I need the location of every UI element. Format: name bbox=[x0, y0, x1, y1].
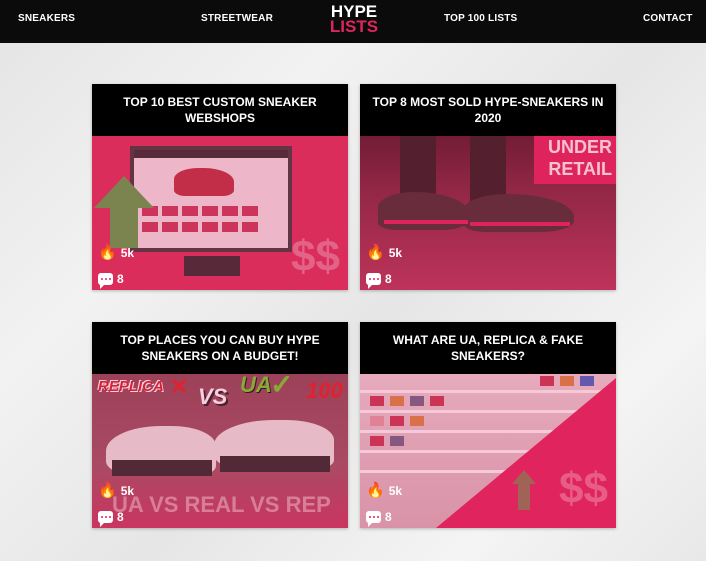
card-title[interactable]: TOP PLACES YOU CAN BUY HYPE SNEAKERS ON … bbox=[92, 322, 348, 374]
likes-count: 🔥 5k bbox=[98, 483, 134, 498]
fire-icon: 🔥 bbox=[98, 482, 117, 499]
comments-count[interactable]: 8 bbox=[366, 510, 392, 527]
comments-value: 8 bbox=[385, 510, 392, 524]
card-thumbnail[interactable]: $$ bbox=[92, 136, 348, 290]
likes-count: 🔥 5k bbox=[366, 483, 402, 498]
comment-icon bbox=[366, 511, 381, 527]
likes-value: 5k bbox=[120, 245, 135, 260]
logo-bottom-text: LISTS bbox=[329, 17, 379, 36]
card-title[interactable]: TOP 10 BEST CUSTOM SNEAKER WEBSHOPS bbox=[92, 84, 348, 136]
comment-icon bbox=[98, 511, 113, 527]
nav-streetwear-link[interactable]: STREETWEAR bbox=[201, 13, 273, 24]
comments-count[interactable]: 8 bbox=[98, 272, 124, 289]
card-title[interactable]: WHAT ARE UA, REPLICA & FAKE SNEAKERS? bbox=[360, 322, 616, 374]
comments-value: 8 bbox=[385, 272, 392, 286]
comments-count[interactable]: 8 bbox=[98, 510, 124, 527]
likes-count: 🔥 5k bbox=[366, 245, 402, 260]
comments-value: 8 bbox=[117, 272, 124, 286]
likes-value: 5k bbox=[388, 483, 403, 498]
fire-icon: 🔥 bbox=[366, 482, 385, 499]
article-card[interactable]: TOP PLACES YOU CAN BUY HYPE SNEAKERS ON … bbox=[92, 322, 348, 528]
comments-count[interactable]: 8 bbox=[366, 272, 392, 289]
fire-icon: 🔥 bbox=[98, 244, 117, 261]
article-card[interactable]: TOP 10 BEST CUSTOM SNEAKER WEBSHOPS $$ 🔥… bbox=[92, 84, 348, 290]
likes-count: 🔥 5k bbox=[98, 245, 134, 260]
card-title[interactable]: TOP 8 MOST SOLD HYPE-SNEAKERS IN 2020 bbox=[360, 84, 616, 136]
nav-top-100-lists-link[interactable]: TOP 100 LISTS bbox=[444, 13, 517, 24]
article-card[interactable]: TOP 8 MOST SOLD HYPE-SNEAKERS IN 2020 UN… bbox=[360, 84, 616, 290]
logo[interactable]: HYPE LISTS bbox=[329, 3, 379, 36]
nav-contact-link[interactable]: CONTACT bbox=[643, 13, 693, 24]
comments-value: 8 bbox=[117, 510, 124, 524]
top-nav: SNEAKERS STREETWEAR HYPE LISTS TOP 100 L… bbox=[0, 0, 706, 43]
nav-sneakers-link[interactable]: SNEAKERS bbox=[18, 13, 75, 24]
likes-value: 5k bbox=[388, 245, 403, 260]
comment-icon bbox=[366, 273, 381, 289]
card-thumbnail[interactable]: REPLICA ✕ VS UA ✓ 100 UA VS REAL VS REP bbox=[92, 374, 348, 528]
fire-icon: 🔥 bbox=[366, 244, 385, 261]
article-card[interactable]: WHAT ARE UA, REPLICA & FAKE SNEAKERS? $$… bbox=[360, 322, 616, 528]
card-thumbnail[interactable]: UNDER RETAIL bbox=[360, 136, 616, 290]
comment-icon bbox=[98, 273, 113, 289]
likes-value: 5k bbox=[120, 483, 135, 498]
card-thumbnail[interactable]: $$ bbox=[360, 374, 616, 528]
